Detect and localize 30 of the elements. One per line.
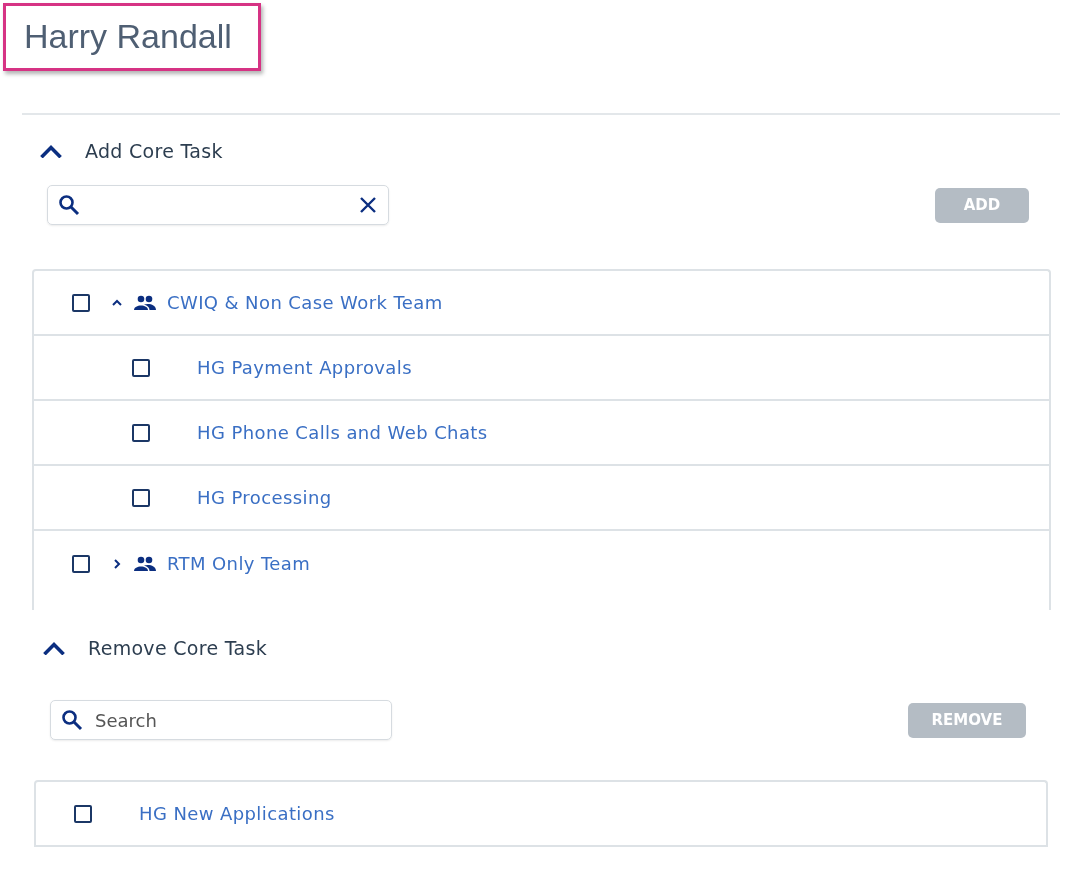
tree-row[interactable]: RTM Only Team — [34, 531, 1049, 597]
people-icon — [134, 294, 156, 311]
checkbox[interactable] — [74, 804, 92, 823]
checkbox[interactable] — [132, 488, 150, 507]
search-field[interactable]: Search — [50, 700, 392, 741]
people-icon — [134, 555, 156, 572]
checkbox[interactable] — [132, 423, 150, 442]
search-icon — [58, 194, 80, 217]
task-name[interactable]: HG Phone Calls and Web Chats — [197, 419, 488, 447]
chevron-icon[interactable] — [42, 641, 66, 656]
checkbox[interactable] — [72, 293, 90, 312]
tree-row[interactable]: HG Payment Approvals — [34, 336, 1049, 402]
tree-row[interactable]: CWIQ & Non Case Work Team — [34, 271, 1049, 337]
tree-row[interactable]: HG Processing — [34, 466, 1049, 532]
tree-row[interactable]: HG Phone Calls and Web Chats — [34, 401, 1049, 467]
page-title: Harry Randall — [3, 3, 261, 72]
chevron-right-icon[interactable] — [111, 557, 123, 570]
tree-row[interactable]: HG New Applications — [36, 782, 1046, 848]
search-icon — [61, 709, 83, 732]
task-name[interactable]: HG Processing — [197, 484, 332, 512]
checkbox[interactable] — [132, 358, 150, 377]
section-title: Add Core Task — [85, 138, 223, 164]
task-name[interactable]: HG Payment Approvals — [197, 354, 412, 382]
task-name[interactable]: HG New Applications — [139, 800, 335, 828]
search-field[interactable] — [47, 185, 389, 226]
team-name[interactable]: CWIQ & Non Case Work Team — [167, 289, 443, 317]
section-title: Remove Core Task — [88, 635, 267, 661]
chevron-icon[interactable] — [39, 144, 63, 159]
checkbox[interactable] — [72, 554, 90, 573]
team-name[interactable]: RTM Only Team — [167, 550, 311, 578]
